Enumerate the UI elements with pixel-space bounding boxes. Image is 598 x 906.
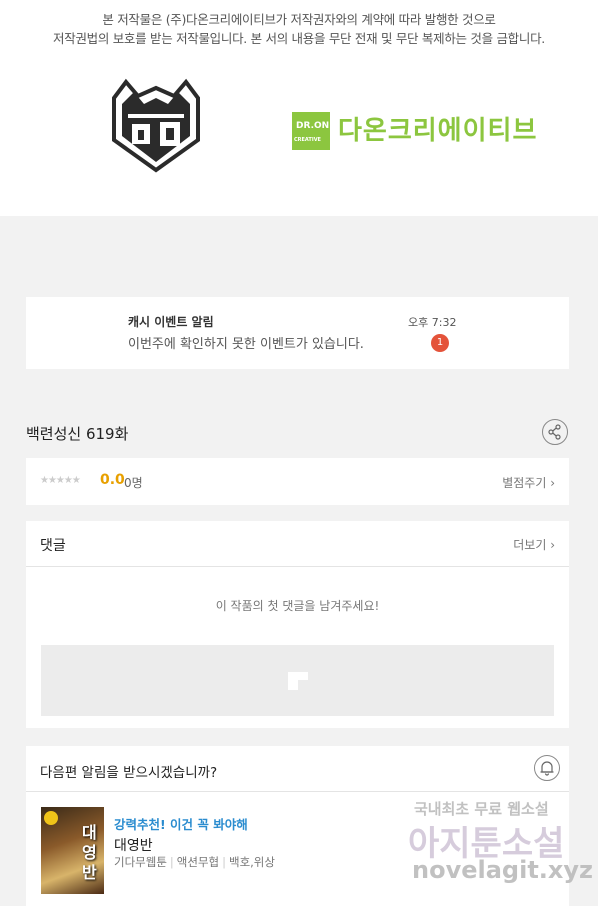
bell-icon — [540, 761, 554, 776]
ad-placeholder-icon — [288, 672, 308, 690]
recommendation-thumbnail[interactable]: 대영반 — [41, 807, 104, 894]
cash-event-notification[interactable]: 캐시 이벤트 알림 이번주에 확인하지 못한 이벤트가 있습니다. 오후 7:3… — [26, 297, 569, 369]
copyright-notice-line2: 저작권법의 보호를 받는 저작물입니다. 본 서의 내용을 무단 전재 및 무단… — [53, 31, 545, 46]
rate-button[interactable]: 별점주기 › — [502, 474, 555, 491]
daon-logo-box-top: DR.ON — [296, 121, 330, 131]
tag: 백호,위상 — [228, 855, 275, 869]
watermark: 국내최초 무료 웹소설 아지툰소설 novelagit.xyz — [408, 798, 593, 898]
notification-time: 오후 7:32 — [408, 316, 457, 329]
comments-more-link[interactable]: 더보기 › — [513, 536, 555, 553]
rating-count: 0명 — [124, 476, 143, 490]
notification-badge: 1 — [431, 334, 449, 352]
episode-title: 백련성신 619화 — [26, 425, 129, 443]
notification-title: 캐시 이벤트 알림 — [128, 315, 214, 329]
daon-logo-name: 다온크리에이티브 — [338, 116, 538, 146]
copyright-notice-line1: 본 저작물은 (주)다온크리에이티브가 저작권자와의 계약에 따라 발행한 것으… — [102, 12, 496, 27]
watermark-line3: novelagit.xyz — [412, 856, 594, 884]
copyright-section: 본 저작물은 (주)다온크리에이티브가 저작권자와의 계약에 따라 발행한 것으… — [0, 0, 598, 216]
rating-stars: ★★★★★ — [40, 475, 81, 486]
divider — [26, 566, 569, 567]
recommendation-headline[interactable]: 강력추천! 이건 꼭 봐야해 — [114, 814, 248, 833]
notify-bell-button[interactable] — [534, 755, 560, 781]
thumbnail-title: 대영반 — [82, 823, 97, 882]
recommendation-title[interactable]: 대영반 — [114, 835, 153, 855]
divider — [26, 791, 569, 792]
share-icon — [548, 424, 561, 440]
ad-banner[interactable] — [41, 645, 554, 716]
comments-header: 댓글 — [40, 538, 66, 554]
comments-empty-message: 이 작품의 첫 댓글을 남겨주세요! — [215, 599, 380, 613]
daon-creative-logo: DR.ON CREATIVE 다온크리에이티브 — [292, 108, 542, 150]
rating-bar: ★★★★★ 0.0 0명 별점주기 › — [26, 458, 569, 505]
notification-message: 이번주에 확인하지 못한 이벤트가 있습니다. — [128, 337, 364, 352]
daon-logo-box: DR.ON CREATIVE — [292, 112, 330, 150]
tag-separator: | — [169, 855, 174, 869]
comments-section: 댓글 더보기 › 이 작품의 첫 댓글을 남겨주세요! — [26, 521, 569, 728]
recommendation-tags: 기다무웹툰 | 액션무협 | 백호,위상 — [114, 854, 275, 870]
yeonjeon-crest-logo — [112, 78, 200, 173]
tag: 기다무웹툰 — [114, 855, 167, 869]
share-button[interactable] — [542, 419, 568, 445]
tag-separator: | — [222, 855, 226, 869]
clock-icon — [44, 811, 58, 825]
rating-score: 0.0 — [100, 472, 125, 488]
tag: 액션무협 — [176, 855, 220, 869]
daon-logo-box-bottom: CREATIVE — [294, 137, 321, 143]
next-episode-prompt: 다음편 알림을 받으시겠습니까? — [40, 765, 218, 781]
